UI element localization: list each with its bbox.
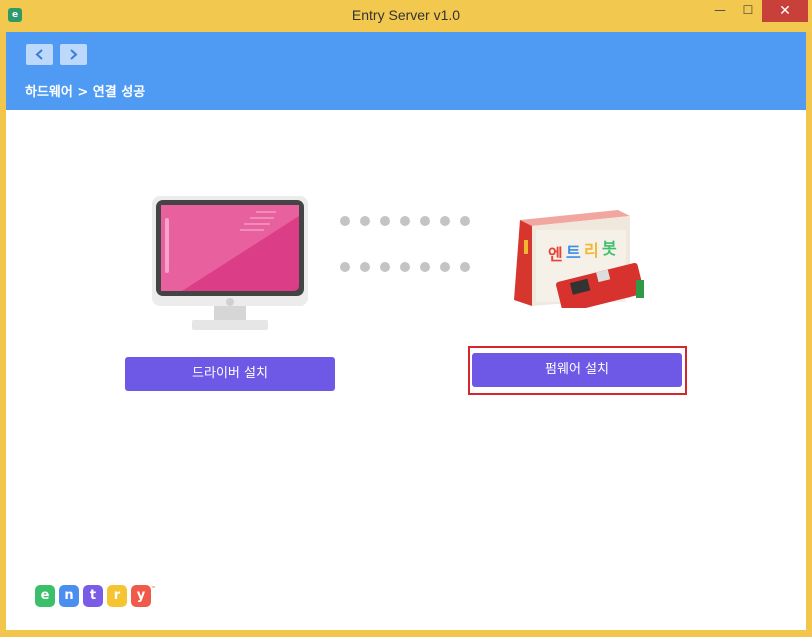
dot (440, 262, 450, 272)
dot (460, 262, 470, 272)
breadcrumb: 하드웨어 > 연결 성공 (25, 85, 146, 100)
svg-text:리: 리 (584, 241, 599, 260)
dot (400, 262, 410, 272)
svg-text:트: 트 (566, 243, 581, 262)
close-button[interactable]: ✕ (762, 0, 808, 22)
trademark-mark: ™ (151, 586, 156, 592)
logo-letter: r (107, 585, 127, 607)
dot (380, 216, 390, 226)
minimize-button[interactable]: — (706, 0, 734, 22)
window-title: Entry Server v1.0 (351, 7, 461, 23)
dot (360, 216, 370, 226)
header-bar: 하드웨어 > 연결 성공 (6, 32, 806, 110)
forward-button[interactable] (60, 44, 87, 65)
logo-letter: n (59, 585, 79, 607)
dot (340, 216, 350, 226)
logo-letter: y (131, 585, 151, 607)
maximize-button[interactable]: ☐ (734, 0, 762, 22)
dot (340, 262, 350, 272)
dot (400, 216, 410, 226)
back-button[interactable] (26, 44, 53, 65)
title-bar[interactable]: e Entry Server v1.0 — ☐ ✕ (0, 0, 812, 32)
dot (360, 262, 370, 272)
dot (460, 216, 470, 226)
svg-text:엔: 엔 (548, 245, 563, 264)
monitor-icon (152, 196, 308, 330)
client-area: 하드웨어 > 연결 성공 엔 트 리 봇 드라이버 설치 펌웨어 설치 e n … (6, 32, 806, 630)
logo-letter: e (35, 585, 55, 607)
app-window: e Entry Server v1.0 — ☐ ✕ 하드웨어 > 연결 성공 엔… (0, 0, 812, 637)
chevron-left-icon (35, 49, 43, 60)
dot (440, 216, 450, 226)
svg-text:봇: 봇 (602, 239, 617, 258)
firmware-install-button[interactable]: 펌웨어 설치 (472, 353, 682, 387)
hardware-board-image: 엔 트 리 봇 (514, 210, 644, 308)
dot (380, 262, 390, 272)
driver-install-button[interactable]: 드라이버 설치 (125, 357, 335, 391)
chevron-right-icon (70, 49, 78, 60)
logo-letter: t (83, 585, 103, 607)
dot (420, 216, 430, 226)
dot (420, 262, 430, 272)
